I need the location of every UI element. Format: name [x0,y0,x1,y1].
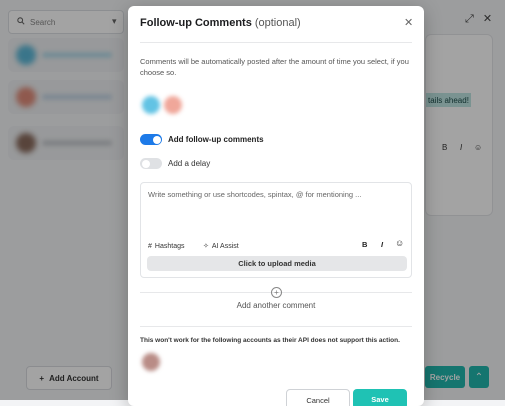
emoji-icon[interactable]: ☺ [395,238,404,248]
ai-assist-button[interactable]: ✧ AI Assist [203,240,239,252]
avatar [164,96,182,114]
ai-assist-label: AI Assist [211,242,239,250]
avatar [142,353,160,371]
close-icon[interactable]: ✕ [404,16,413,29]
upload-media-button[interactable]: Click to upload media [147,256,407,271]
comment-editor[interactable]: Write something or use shortcodes, spint… [140,182,412,278]
divider [140,326,412,327]
cancel-button[interactable]: Cancel [286,389,350,406]
add-another-comment-button[interactable]: Add another comment [140,301,412,310]
add-circle-icon[interactable]: + [271,287,282,298]
save-button[interactable]: Save [353,389,407,406]
avatar [142,96,160,114]
delay-toggle-label: Add a delay [168,159,211,168]
comment-input[interactable]: Write something or use shortcodes, spint… [148,190,361,199]
unsupported-accounts-notice: This won't work for the following accoun… [140,337,400,344]
divider [140,42,412,43]
sparkle-icon: ✧ [203,243,209,250]
bold-button[interactable]: B [362,240,367,249]
follow-up-comments-modal: Follow-up Comments (optional) ✕ Comments … [128,6,424,406]
delay-toggle[interactable] [140,158,162,169]
modal-title-optional: (optional) [254,17,301,29]
follow-up-toggle[interactable] [140,134,162,145]
modal-description: Comments will be automatically posted af… [140,57,409,77]
modal-title: Follow-up Comments (optional) [140,17,301,29]
modal-title-text: Follow-up Comments [140,17,252,29]
hashtags-button[interactable]: # Hashtags [148,240,184,252]
hashtags-label: Hashtags [154,242,185,250]
hashtag-icon: # [148,242,152,250]
italic-button[interactable]: I [381,240,383,249]
follow-up-toggle-label: Add follow-up comments [168,135,264,144]
